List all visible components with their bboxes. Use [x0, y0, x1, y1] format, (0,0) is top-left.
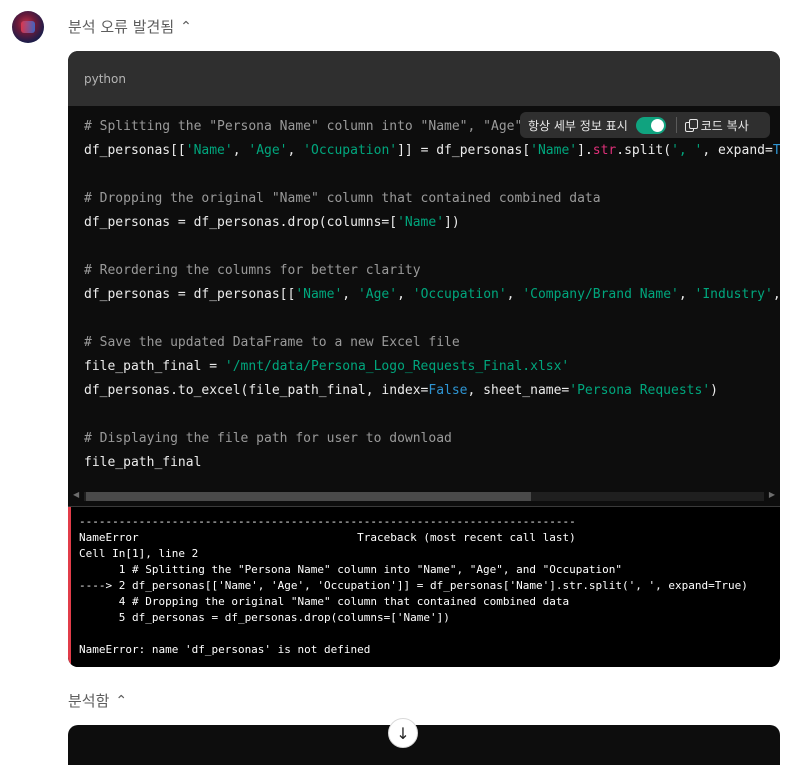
always-show-details-label: 항상 세부 정보 표시: [528, 118, 628, 133]
always-show-details-toggle[interactable]: [635, 116, 666, 134]
copy-code-button[interactable]: 코드 복사: [684, 117, 749, 134]
scroll-left-icon[interactable]: ◀: [73, 490, 79, 499]
arrow-down-icon: ↓: [396, 723, 410, 743]
code-line: df_personas = df_personas[['Name', 'Age'…: [84, 287, 780, 302]
scrollbar-thumb[interactable]: [86, 492, 531, 501]
toolbar-divider: [675, 117, 677, 133]
next-code-card: [68, 725, 780, 765]
code-line: df_personas[['Name', 'Age', 'Occupation'…: [84, 143, 780, 158]
code-line: # Dropping the original "Name" column th…: [84, 191, 601, 206]
code-toolbar: 항상 세부 정보 표시 코드 복사: [520, 112, 770, 138]
horizontal-scrollbar[interactable]: ◀ ▶: [68, 488, 780, 505]
avatar-image: [21, 21, 35, 33]
toggle-knob: [650, 118, 664, 132]
error-indicator-bar: [68, 507, 71, 667]
code-line: file_path_final = '/mnt/data/Persona_Log…: [84, 359, 570, 374]
copy-code-label: 코드 복사: [700, 118, 749, 133]
analysis-error-toggle[interactable]: 분석 오류 발견됨 ⌃: [68, 16, 192, 37]
code-card: python # Splitting the "Persona Name" co…: [68, 51, 780, 667]
scroll-right-icon[interactable]: ▶: [769, 490, 775, 499]
chevron-up-icon: ⌃: [180, 18, 192, 35]
copy-icon: [684, 119, 698, 132]
chevron-up-icon: ⌃: [115, 692, 128, 709]
code-line: # Save the updated DataFrame to a new Ex…: [84, 335, 460, 350]
code-language-label: python: [84, 71, 126, 86]
code-line: df_personas.to_excel(file_path_final, in…: [84, 383, 718, 398]
error-output: ----------------------------------------…: [68, 507, 780, 667]
scroll-down-button[interactable]: ↓: [388, 718, 418, 748]
assistant-avatar: [12, 11, 44, 43]
error-traceback: ----------------------------------------…: [79, 515, 748, 656]
code-content: # Splitting the "Persona Name" column in…: [84, 115, 780, 475]
analysis-error-label: 분석 오류 발견됨: [68, 18, 175, 36]
code-line: # Displaying the file path for user to d…: [84, 431, 452, 446]
analyzed-label: 분석함: [68, 692, 110, 710]
code-header: python: [68, 51, 780, 106]
code-line: # Reordering the columns for better clar…: [84, 263, 421, 278]
code-line: file_path_final: [84, 455, 202, 470]
code-line: df_personas = df_personas.drop(columns=[…: [84, 215, 460, 230]
analyzed-toggle[interactable]: 분석함 ⌃: [68, 690, 127, 711]
